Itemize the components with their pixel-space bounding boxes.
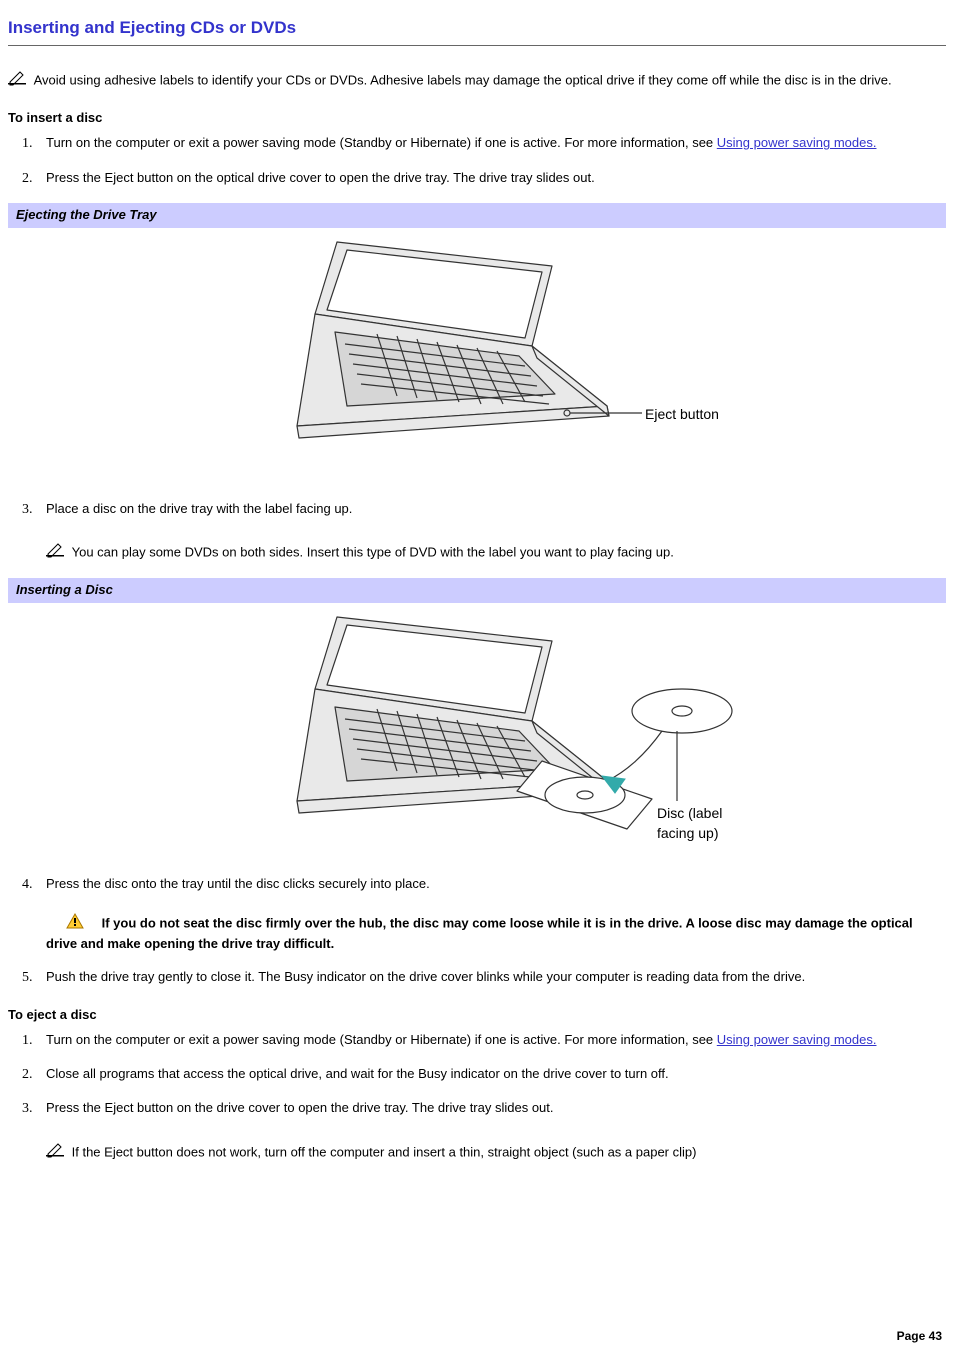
power-saving-link[interactable]: Using power saving modes. <box>717 1032 877 1047</box>
list-item: Turn on the computer or exit a power sav… <box>36 1031 946 1051</box>
page-number: Page 43 <box>897 1328 942 1345</box>
figure-caption: Inserting a Disc <box>8 578 946 603</box>
power-saving-link[interactable]: Using power saving modes. <box>717 135 877 150</box>
list-item: Press the disc onto the tray until the d… <box>36 875 946 954</box>
callout-label: Eject button <box>645 404 719 424</box>
list-item: Close all programs that access the optic… <box>36 1065 946 1085</box>
step-text: Press the disc onto the tray until the d… <box>46 876 430 891</box>
page-title: Inserting and Ejecting CDs or DVDs <box>8 16 946 46</box>
step-text: Press the Eject button on the optical dr… <box>46 170 595 185</box>
step-text: Close all programs that access the optic… <box>46 1066 669 1081</box>
step-text: Press the Eject button on the drive cove… <box>46 1100 554 1115</box>
figure-caption: Ejecting the Drive Tray <box>8 203 946 228</box>
pencil-note-icon <box>46 1146 70 1161</box>
pencil-note-icon <box>8 74 32 89</box>
figure-insert-disc: Disc (label facing up) <box>8 611 946 851</box>
top-note-text: Avoid using adhesive labels to identify … <box>34 72 892 87</box>
step-note-text: You can play some DVDs on both sides. In… <box>72 544 674 559</box>
list-item: Press the Eject button on the drive cove… <box>36 1099 946 1163</box>
top-note: Avoid using adhesive labels to identify … <box>8 70 946 92</box>
pencil-note-icon <box>46 546 70 561</box>
list-item: Turn on the computer or exit a power sav… <box>36 134 946 154</box>
callout-label: Disc (label facing up) <box>657 803 722 844</box>
insert-steps-list-cont2: Press the disc onto the tray until the d… <box>36 875 946 988</box>
warning-text: If you do not seat the disc firmly over … <box>46 915 913 950</box>
insert-heading: To insert a disc <box>8 109 946 128</box>
eject-steps-list: Turn on the computer or exit a power sav… <box>36 1031 946 1164</box>
step-text: Turn on the computer or exit a power sav… <box>46 135 717 150</box>
insert-steps-list: Turn on the computer or exit a power sav… <box>36 134 946 189</box>
step-text: Turn on the computer or exit a power sav… <box>46 1032 717 1047</box>
step-text: Place a disc on the drive tray with the … <box>46 501 352 516</box>
list-item: Place a disc on the drive tray with the … <box>36 500 946 564</box>
step-text: Push the drive tray gently to close it. … <box>46 969 805 984</box>
step-note-text: If the Eject button does not work, turn … <box>72 1144 697 1159</box>
list-item: Press the Eject button on the optical dr… <box>36 169 946 189</box>
list-item: Push the drive tray gently to close it. … <box>36 968 946 988</box>
eject-heading: To eject a disc <box>8 1006 946 1025</box>
insert-steps-list-cont: Place a disc on the drive tray with the … <box>36 500 946 564</box>
figure-eject-tray: Eject button <box>8 236 946 476</box>
warning-icon <box>66 913 84 935</box>
